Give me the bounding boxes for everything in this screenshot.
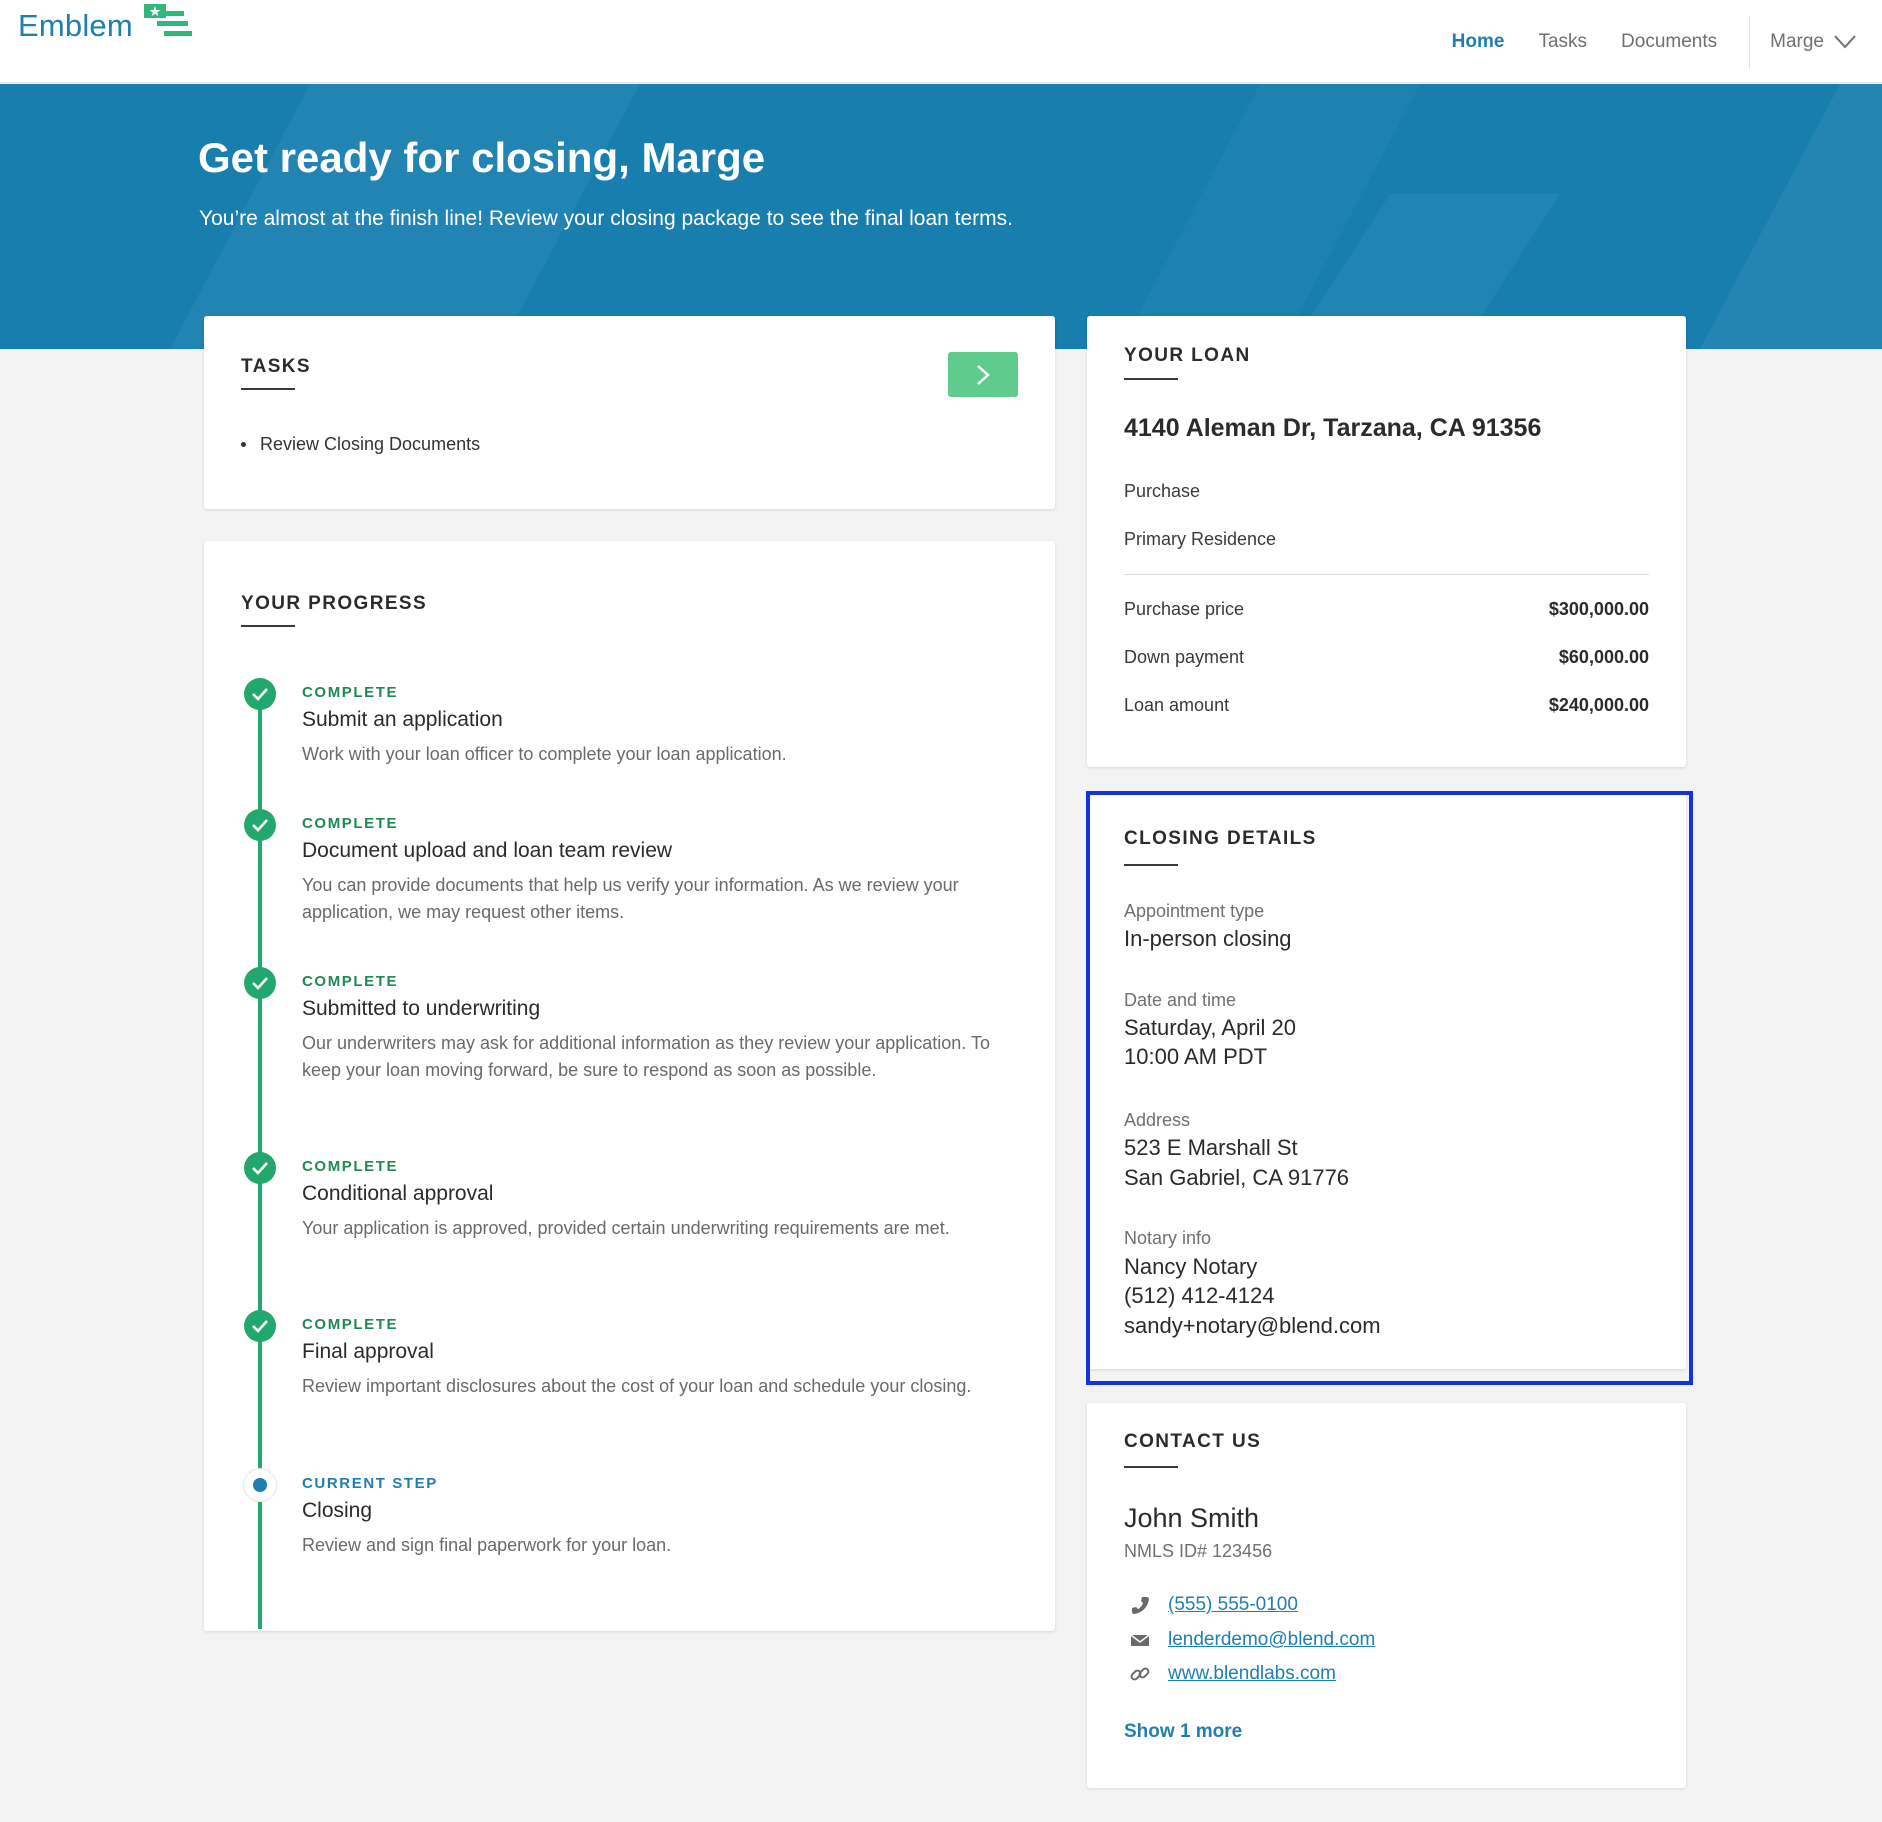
nav-items: Home Tasks Documents Marge — [1452, 0, 1882, 83]
loan-row-label: Down payment — [1124, 647, 1245, 667]
loan-row-value: $240,000.00 — [1548, 695, 1649, 715]
step-description: Work with your loan officer to complete … — [302, 744, 787, 764]
step-status: COMPLETE — [302, 815, 399, 832]
nav-divider — [1749, 15, 1751, 68]
appointment-type-value: In-person closing — [1124, 926, 1292, 951]
hero-title: Get ready for closing, Marge — [198, 134, 766, 181]
nav-documents[interactable]: Documents — [1621, 31, 1717, 53]
address-label: Address — [1124, 1110, 1191, 1130]
loan-occupancy: Primary Residence — [1124, 529, 1277, 549]
closing-date: Saturday, April 20 — [1124, 1015, 1297, 1040]
hero-banner: Get ready for closing, Marge You’re almo… — [0, 84, 1882, 349]
progress-card: YOUR PROGRESS COMPLETE Submit an applica… — [204, 541, 1055, 1631]
user-menu[interactable]: Marge — [1770, 31, 1856, 53]
loan-row: Down payment $60,000.00 — [1124, 647, 1649, 668]
nav-tasks[interactable]: Tasks — [1538, 31, 1587, 53]
check-icon — [244, 1310, 276, 1342]
step-title: Closing — [302, 1499, 373, 1522]
bullet — [241, 442, 246, 447]
notary-email: sandy+notary@blend.com — [1124, 1313, 1381, 1338]
logo-flag-icon — [143, 4, 192, 36]
loan-address: 4140 Aleman Dr, Tarzana, CA 91356 — [1124, 414, 1542, 442]
tasks-title: TASKS — [241, 356, 311, 377]
appointment-type-label: Appointment type — [1124, 901, 1265, 921]
tasks-go-button[interactable] — [948, 352, 1018, 397]
step-description: Review important disclosures about the c… — [302, 1376, 972, 1396]
closing-title: CLOSING DETAILS — [1124, 828, 1317, 849]
step-status: COMPLETE — [302, 1316, 399, 1333]
notary-name: Nancy Notary — [1124, 1254, 1258, 1279]
current-step-icon — [244, 1469, 276, 1501]
nav-home[interactable]: Home — [1452, 31, 1505, 53]
step-status: COMPLETE — [302, 973, 399, 990]
mail-icon — [1129, 1629, 1151, 1651]
task-label: Review Closing Documents — [260, 434, 481, 454]
user-name: Marge — [1770, 30, 1824, 52]
contact-phone-link[interactable]: (555) 555-0100 — [1168, 1594, 1298, 1616]
step-title: Submit an application — [302, 708, 503, 731]
current-dot — [253, 1478, 267, 1492]
title-rule — [1124, 864, 1178, 866]
contact-title: CONTACT US — [1124, 1431, 1262, 1452]
loan-row-label: Purchase price — [1124, 599, 1245, 619]
loan-row-label: Loan amount — [1124, 695, 1230, 715]
show-more-link[interactable]: Show 1 more — [1124, 1721, 1242, 1743]
loan-row-value: $60,000.00 — [1558, 647, 1649, 667]
title-rule — [241, 388, 295, 390]
step-description: Our underwriters may ask for additional … — [302, 1033, 990, 1080]
check-icon — [244, 1152, 276, 1184]
phone-icon — [1129, 1594, 1151, 1616]
chevron-down-icon — [1834, 34, 1856, 48]
contact-email-link[interactable]: lenderdemo@blend.com — [1168, 1629, 1375, 1651]
contact-nmls: NMLS ID# 123456 — [1124, 1541, 1273, 1561]
loan-purpose: Purchase — [1124, 481, 1201, 501]
link-icon — [1129, 1663, 1151, 1685]
hero-subtitle: You’re almost at the finish line! Review… — [199, 207, 1013, 230]
title-rule — [241, 625, 295, 627]
check-icon — [244, 809, 276, 841]
task-item[interactable]: Review Closing Documents — [241, 434, 480, 455]
address-line-1: 523 E Marshall St — [1124, 1135, 1298, 1160]
step-title: Conditional approval — [302, 1182, 494, 1205]
step-description: Review and sign final paperwork for your… — [302, 1535, 672, 1555]
title-rule — [1124, 378, 1178, 380]
loan-row: Loan amount $240,000.00 — [1124, 695, 1649, 716]
address-line-2: San Gabriel, CA 91776 — [1124, 1165, 1350, 1190]
step-title: Final approval — [302, 1340, 434, 1363]
date-time-label: Date and time — [1124, 990, 1237, 1010]
step-description: Your application is approved, provided c… — [302, 1218, 950, 1238]
closing-time: 10:00 AM PDT — [1124, 1044, 1268, 1069]
loan-row-value: $300,000.00 — [1548, 599, 1649, 619]
step-status: CURRENT STEP — [302, 1475, 438, 1492]
notary-label: Notary info — [1124, 1228, 1212, 1248]
loan-title: YOUR LOAN — [1124, 345, 1251, 366]
step-status: COMPLETE — [302, 684, 399, 701]
closing-details-card: CLOSING DETAILS Appointment type In-pers… — [1087, 794, 1686, 1369]
chevron-right-icon — [977, 364, 990, 385]
logo[interactable]: Emblem — [18, 4, 193, 44]
contact-phone-row: (555) 555-0100 — [1129, 1594, 1298, 1616]
progress-title: YOUR PROGRESS — [241, 593, 428, 614]
title-rule — [1124, 1466, 1178, 1468]
step-title: Submitted to underwriting — [302, 997, 541, 1020]
contact-email-row: lenderdemo@blend.com — [1129, 1629, 1375, 1651]
notary-phone: (512) 412-4124 — [1124, 1283, 1275, 1308]
divider — [1124, 574, 1649, 575]
tasks-card: TASKS Review Closing Documents — [204, 316, 1055, 509]
contact-website-link[interactable]: www.blendlabs.com — [1168, 1663, 1336, 1685]
step-title: Document upload and loan team review — [302, 839, 673, 862]
step-status: COMPLETE — [302, 1158, 399, 1175]
check-icon — [244, 678, 276, 710]
step-description: You can provide documents that help us v… — [302, 875, 959, 922]
logo-text: Emblem — [18, 8, 133, 43]
top-nav: Emblem Home Tasks Documents Marge — [0, 0, 1882, 83]
loan-card: YOUR LOAN 4140 Aleman Dr, Tarzana, CA 91… — [1087, 316, 1686, 767]
contact-name: John Smith — [1124, 1503, 1260, 1533]
loan-row: Purchase price $300,000.00 — [1124, 599, 1649, 620]
contact-card: CONTACT US John Smith NMLS ID# 123456 (5… — [1087, 1403, 1686, 1788]
check-icon — [244, 967, 276, 999]
contact-website-row: www.blendlabs.com — [1129, 1663, 1336, 1685]
